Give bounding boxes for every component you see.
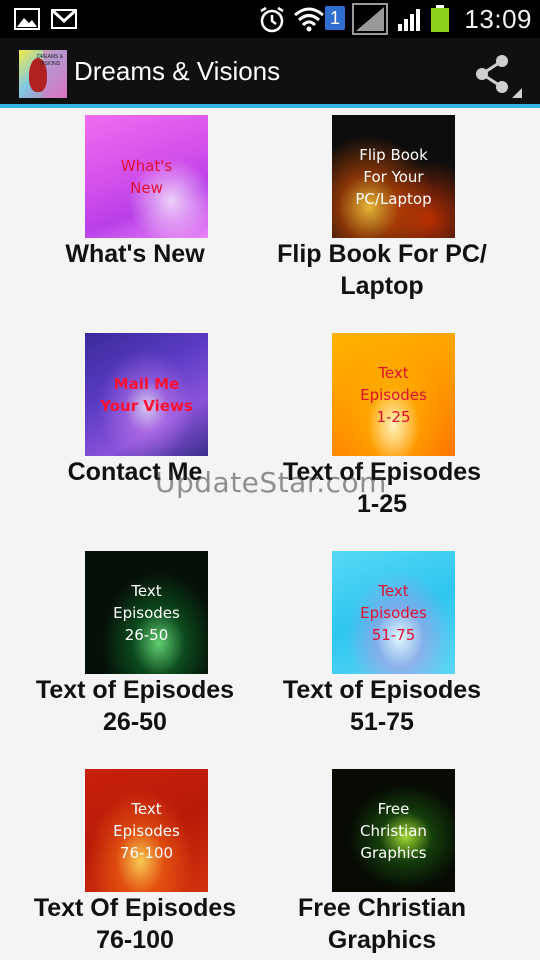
grid-item-label: Text of Episodes 51-75: [282, 676, 482, 736]
contact-me-thumbnail[interactable]: Mail Me Your Views: [85, 333, 208, 456]
grid-item-whats-new[interactable]: What's New What's New: [0, 108, 270, 318]
thumbnail-text: Text Episodes 1-25: [360, 363, 427, 426]
grid-item-label: Flip Book For PC/ Laptop: [277, 240, 487, 300]
alarm-icon: [258, 6, 286, 39]
christian-graphics-thumbnail[interactable]: Free Christian Graphics: [332, 769, 455, 892]
wifi-icon: [293, 5, 325, 38]
thumbnail-text: Text Episodes 26-50: [113, 581, 180, 644]
grid-item-contact-me[interactable]: Mail Me Your Views Contact Me: [0, 326, 270, 536]
episodes-51-75-thumbnail[interactable]: Text Episodes 51-75: [332, 551, 455, 674]
app-title: Dreams & Visions: [74, 56, 281, 86]
share-icon: [472, 55, 524, 104]
thumbnail-text: Flip Book For Your PC/Laptop: [355, 145, 432, 208]
clock: 13:09: [464, 4, 532, 34]
grid-item-label: Text of Episodes 26-50: [35, 676, 235, 736]
thumbnail-text: Free Christian Graphics: [360, 799, 427, 862]
flip-book-thumbnail[interactable]: Flip Book For Your PC/Laptop: [332, 115, 455, 238]
watermark: UpdateStar.com: [155, 466, 387, 499]
grid-item-christian-graphics[interactable]: Free Christian Graphics Free Christian G…: [247, 762, 517, 960]
grid-item-label: Free Christian Graphics: [297, 894, 467, 954]
episodes-76-100-thumbnail[interactable]: Text Episodes 76-100: [85, 769, 208, 892]
grid-item-label: Text Of Episodes 76-100: [33, 894, 237, 954]
grid-item-episodes-51-75[interactable]: Text Episodes 51-75 Text of Episodes 51-…: [247, 544, 517, 754]
signal-icon: [396, 6, 424, 37]
grid-item-episodes-1-25[interactable]: Text Episodes 1-25 Text of Episodes 1-25: [247, 326, 517, 536]
grid-item-flip-book[interactable]: Flip Book For Your PC/Laptop Flip Book F…: [247, 108, 517, 318]
whats-new-thumbnail[interactable]: What's New: [85, 115, 208, 238]
menu-grid: What's New What's New Flip Book For Your…: [0, 108, 540, 960]
gmail-icon: [51, 9, 77, 34]
logo-text: DREAMS & VISIONS: [36, 54, 64, 67]
episodes-1-25-thumbnail[interactable]: Text Episodes 1-25: [332, 333, 455, 456]
thumbnail-text: Text Episodes 76-100: [113, 799, 180, 862]
network-icon: [352, 3, 388, 40]
grid-item-episodes-76-100[interactable]: Text Episodes 76-100 Text Of Episodes 76…: [0, 762, 270, 960]
episodes-26-50-thumbnail[interactable]: Text Episodes 26-50: [85, 551, 208, 674]
action-bar: DREAMS & VISIONS Dreams & Visions: [0, 38, 540, 108]
app-logo[interactable]: DREAMS & VISIONS: [19, 50, 67, 98]
status-bar: 1 13:09: [0, 0, 540, 38]
thumbnail-text: Mail Me Your Views: [100, 374, 193, 415]
gallery-icon: [14, 8, 40, 35]
grid-item-episodes-26-50[interactable]: Text Episodes 26-50 Text of Episodes 26-…: [0, 544, 270, 754]
grid-item-label: What's New: [65, 240, 205, 268]
thumbnail-text: What's New: [120, 156, 173, 197]
share-button[interactable]: [472, 54, 524, 100]
thumbnail-text: Text Episodes 51-75: [360, 581, 427, 644]
battery-icon: [430, 5, 450, 38]
sim-icon: 1: [325, 6, 345, 30]
